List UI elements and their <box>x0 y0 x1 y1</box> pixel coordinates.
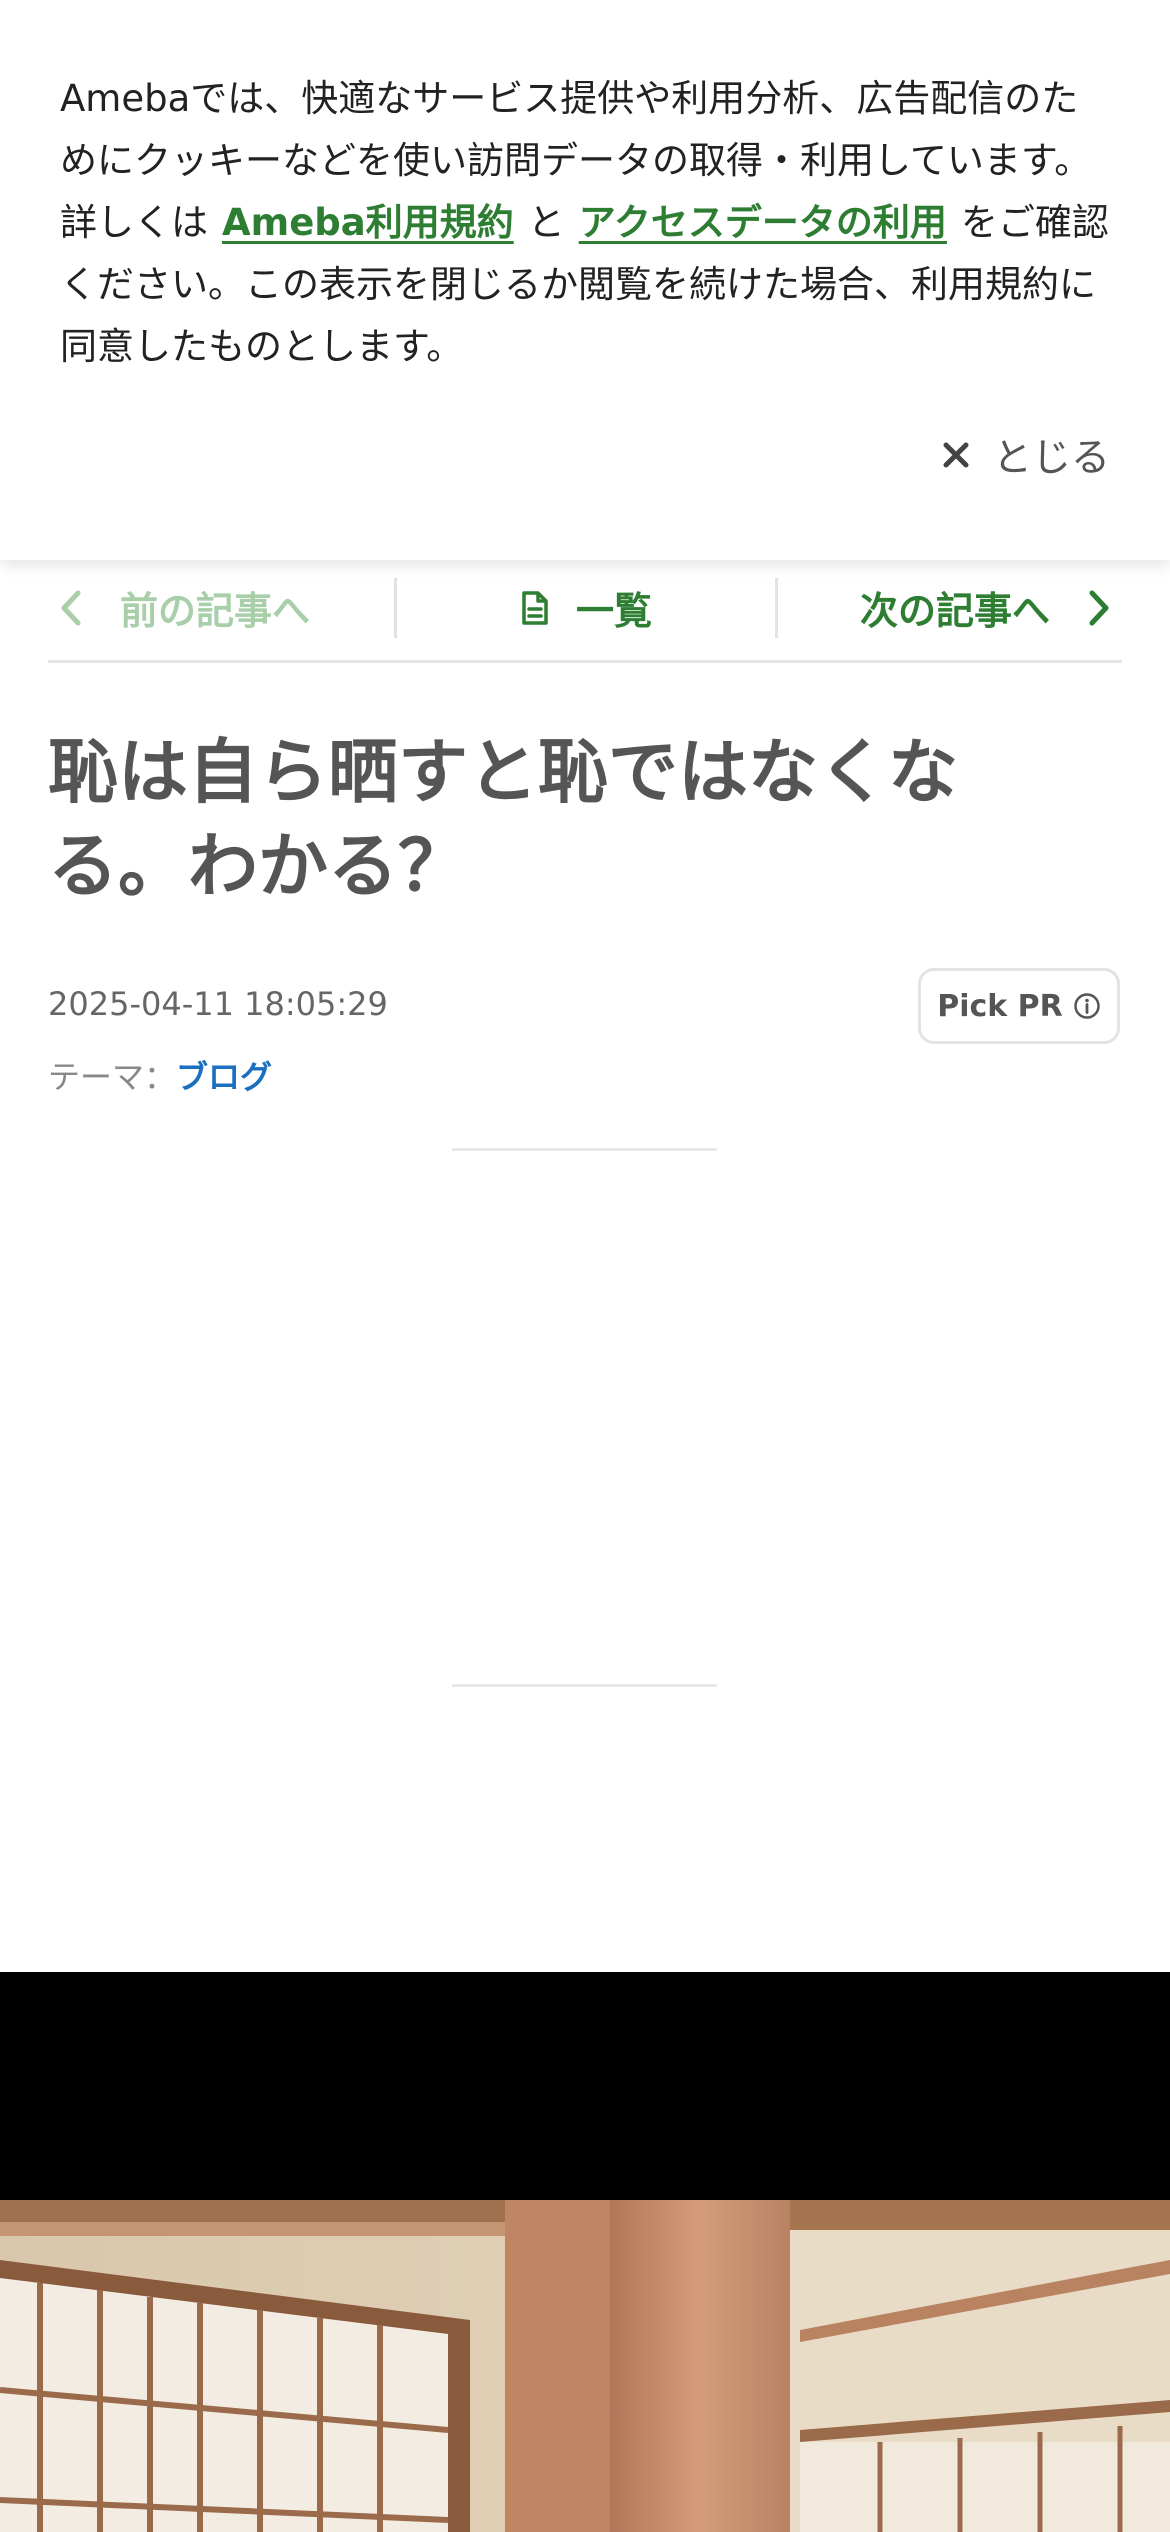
prev-article-link[interactable]: 前の記事へ <box>48 578 394 638</box>
chevron-right-icon <box>1089 590 1109 625</box>
cookie-text-and: と <box>527 201 565 244</box>
next-article-link[interactable]: 次の記事へ <box>778 578 1122 638</box>
info-icon <box>1074 993 1100 1019</box>
document-icon <box>522 590 548 625</box>
next-article-label: 次の記事へ <box>859 589 1050 633</box>
access-data-link[interactable]: アクセスデータの利用 <box>579 201 947 244</box>
article-list-link[interactable]: 一覧 <box>393 577 779 638</box>
ad-top-divider <box>452 1148 717 1151</box>
media-letterbox <box>0 1972 1170 2200</box>
cookie-consent-banner: Amebaでは、快適なサービス提供や利用分析、広告配信のためにクッキーなどを使い… <box>0 0 1170 560</box>
pick-pr-button[interactable]: Pick PR <box>918 968 1120 1044</box>
pick-pr-label: Pick PR <box>937 988 1063 1024</box>
theme-link[interactable]: ブログ <box>176 1058 272 1096</box>
article-theme: テーマ：ブログ <box>48 1052 272 1098</box>
cookie-consent-text: Amebaでは、快適なサービス提供や利用分析、広告配信のためにクッキーなどを使い… <box>60 68 1112 378</box>
ad-bottom-divider <box>452 1684 717 1687</box>
close-banner-button[interactable]: とじる <box>941 425 1110 485</box>
chevron-left-icon <box>61 590 81 625</box>
article-datetime: 2025-04-11 18:05:29 <box>48 985 388 1023</box>
article-image-illustration <box>0 2200 1170 2532</box>
ameba-terms-link[interactable]: Ameba利用規約 <box>222 201 514 244</box>
article-list-label: 一覧 <box>575 589 652 633</box>
close-icon <box>943 442 969 468</box>
article-title: 恥は自ら晒すと恥ではなくなる。わかる？ <box>48 731 958 907</box>
prev-article-label: 前の記事へ <box>120 589 311 633</box>
article-image <box>0 2200 1170 2532</box>
close-banner-label: とじる <box>992 436 1110 481</box>
article-navigation: 前の記事へ 一覧 次の記事へ <box>48 555 1122 663</box>
theme-prefix: テーマ： <box>48 1058 177 1096</box>
